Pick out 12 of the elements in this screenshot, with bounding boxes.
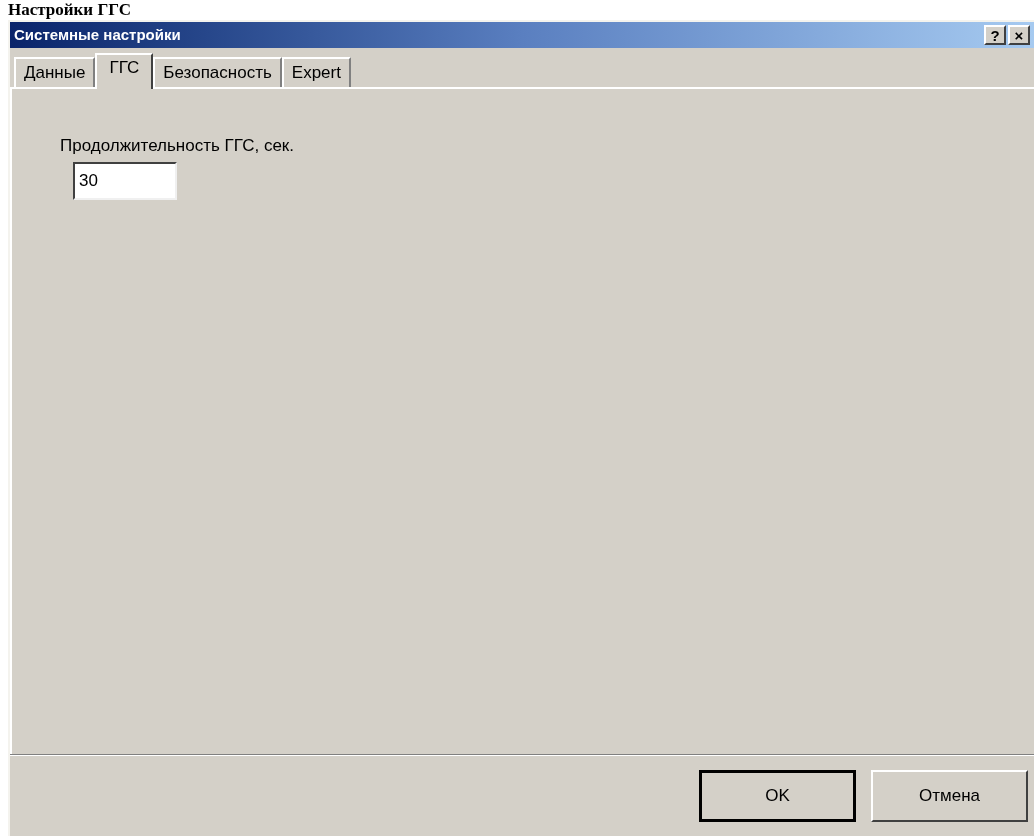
window-title: Системные настройки [14,24,181,45]
page-heading: Настройки ГГС [7,0,133,20]
close-button[interactable]: × [1008,25,1030,45]
tab[interactable]: Безопасность [153,57,282,87]
cancel-button[interactable]: Отмена [871,770,1028,822]
tab[interactable]: ГГС [95,53,154,89]
input-field[interactable]: 30 [73,161,177,200]
field-label: Продолжительность ГГС, сек. [60,135,295,157]
tab[interactable]: Expert [281,57,351,87]
tab[interactable]: Данные [14,57,96,87]
help-button[interactable]: ? [984,25,1006,45]
ok-button[interactable]: OK [699,770,856,822]
